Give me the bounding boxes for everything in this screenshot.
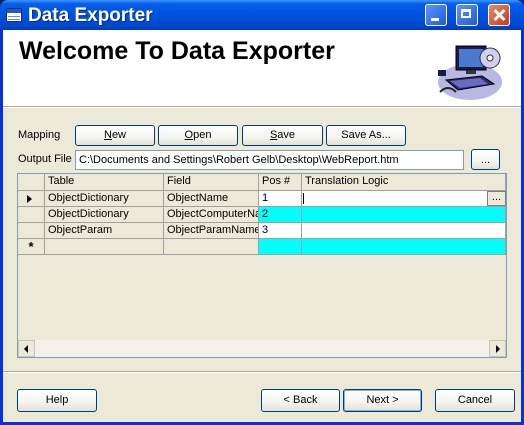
browse-output-button[interactable]: ... xyxy=(471,149,500,170)
field-cell[interactable]: ObjectName xyxy=(164,191,259,207)
new-label: ew xyxy=(111,129,126,141)
table-cell[interactable]: ObjectDictionary xyxy=(45,207,164,223)
scroll-left-button[interactable] xyxy=(18,340,35,357)
mapping-label: Mapping xyxy=(18,129,61,141)
title-bar[interactable]: Data Exporter xyxy=(0,0,524,30)
new-field-cell[interactable] xyxy=(164,239,259,255)
column-header-pos[interactable]: Pos # xyxy=(259,174,302,191)
output-file-label: Output File xyxy=(18,153,72,165)
computer-cd-logo-icon xyxy=(438,45,502,100)
next-button[interactable]: Next > xyxy=(343,389,422,412)
scroll-right-button[interactable] xyxy=(489,340,506,357)
new-accel: N xyxy=(103,129,112,141)
horizontal-scrollbar[interactable] xyxy=(18,340,506,357)
maximize-button[interactable] xyxy=(456,4,478,26)
column-header-translation-logic[interactable]: Translation Logic xyxy=(302,174,506,191)
translation-logic-cell[interactable] xyxy=(302,207,506,223)
window-title: Data Exporter xyxy=(28,5,153,26)
row-selector[interactable] xyxy=(18,191,45,207)
back-button[interactable]: < Back xyxy=(261,389,340,412)
footer-divider xyxy=(3,371,521,373)
new-translation-logic-cell[interactable] xyxy=(302,239,506,255)
table-app-icon xyxy=(6,8,22,22)
field-cell[interactable]: ObjectComputerName xyxy=(164,207,259,223)
dialog-body: Welcome To Data Exporter Mapping New Ope… xyxy=(3,30,521,422)
pos-cell[interactable]: 3 xyxy=(259,223,302,239)
current-row-arrow-icon xyxy=(27,195,32,203)
new-mapping-button[interactable]: New xyxy=(75,125,155,146)
text-caret xyxy=(303,193,304,204)
table-cell[interactable]: ObjectParam xyxy=(45,223,164,239)
table-cell[interactable]: ObjectDictionary xyxy=(45,191,164,207)
save-as-button[interactable]: Save As... xyxy=(326,125,406,146)
pos-cell[interactable]: 2 xyxy=(259,207,302,223)
new-row-marker[interactable]: * xyxy=(18,239,45,255)
mapping-grid[interactable]: Table Field Pos # Translation Logic Obje… xyxy=(17,173,507,358)
left-arrow-icon xyxy=(24,345,28,353)
cancel-button[interactable]: Cancel xyxy=(435,389,515,412)
right-arrow-icon xyxy=(496,345,500,353)
new-table-cell[interactable] xyxy=(45,239,164,255)
translation-logic-edit-button[interactable]: ... xyxy=(487,191,506,206)
open-mapping-button[interactable]: Open xyxy=(158,125,238,146)
minimize-button[interactable] xyxy=(425,4,447,26)
translation-logic-cell[interactable] xyxy=(302,191,506,207)
translation-logic-cell[interactable] xyxy=(302,223,506,239)
close-button[interactable] xyxy=(488,4,510,26)
page-title: Welcome To Data Exporter xyxy=(19,37,335,65)
grid-corner xyxy=(18,174,45,191)
pos-cell[interactable]: 1 xyxy=(259,191,302,207)
new-pos-cell[interactable] xyxy=(259,239,302,255)
field-cell[interactable]: ObjectParamName xyxy=(164,223,259,239)
row-selector[interactable] xyxy=(18,223,45,239)
app-window: Data Exporter Welcome To Data Exporter M… xyxy=(0,0,524,425)
column-header-field[interactable]: Field xyxy=(164,174,259,191)
open-accel: O xyxy=(184,129,194,141)
save-label: ave xyxy=(277,129,296,141)
save-mapping-button[interactable]: Save xyxy=(242,125,323,146)
row-selector[interactable] xyxy=(18,207,45,223)
wizard-header: Welcome To Data Exporter xyxy=(3,30,521,106)
open-label: pen xyxy=(193,129,212,141)
output-file-input[interactable]: C:\Documents and Settings\Robert Gelb\De… xyxy=(75,150,464,170)
column-header-table[interactable]: Table xyxy=(45,174,164,191)
header-divider xyxy=(3,106,521,108)
help-button[interactable]: Help xyxy=(17,389,97,412)
